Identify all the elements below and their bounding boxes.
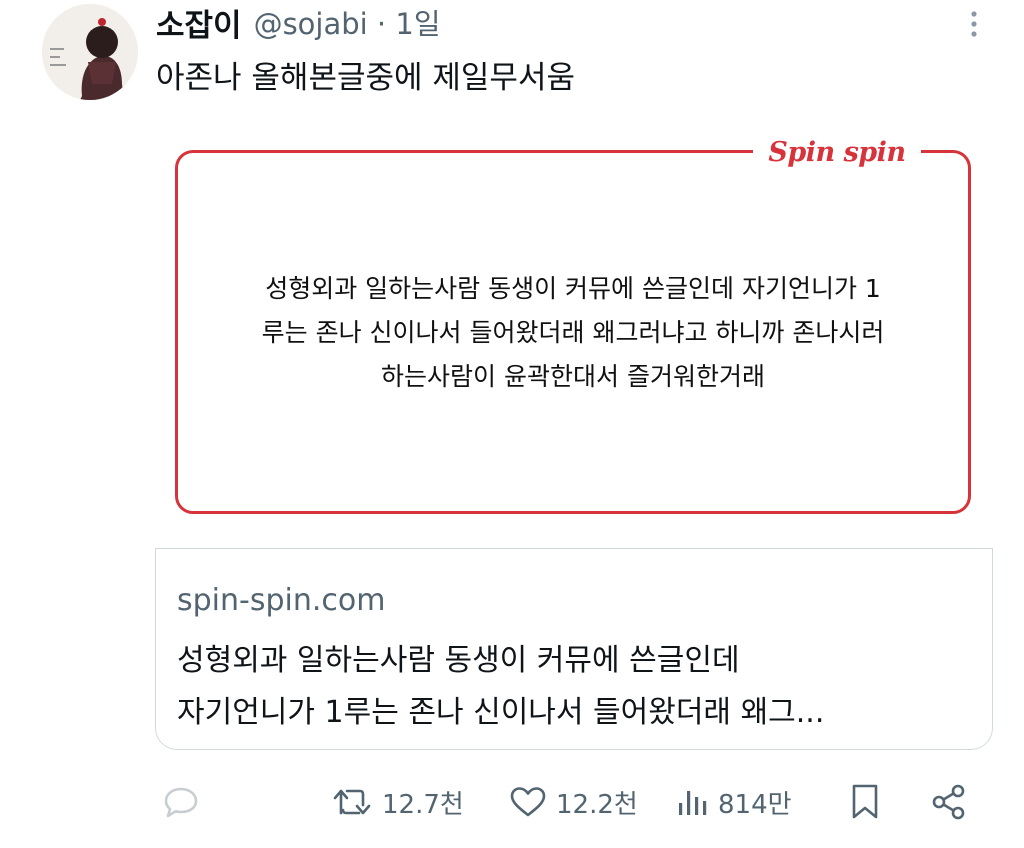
views-icon bbox=[679, 791, 707, 815]
heart-icon bbox=[510, 787, 546, 817]
reply-button[interactable] bbox=[162, 770, 200, 834]
card-domain: spin-spin.com bbox=[177, 583, 386, 618]
action-bar: 12.7천 12.2천 814만 bbox=[0, 770, 1024, 834]
views-button[interactable]: 814만 bbox=[676, 770, 792, 834]
tweet-header: 소잡이 @sojabi · 1일 bbox=[156, 0, 441, 44]
reply-icon bbox=[164, 787, 198, 818]
image-text-line: 하는사람이 윤곽한대서 즐거워한거래 bbox=[381, 362, 765, 391]
card-title-line: 성형외과 일하는사람 동생이 커뮤에 쓴글인데 bbox=[177, 643, 740, 678]
views-count: 814만 bbox=[718, 789, 792, 820]
like-button[interactable]: 12.2천 bbox=[508, 770, 638, 834]
author-handle-time[interactable]: @sojabi · 1일 bbox=[254, 1, 441, 43]
card-image-text: 성형외과 일하는사람 동생이 커뮤에 쓴글인데 자기언니가 1 루는 존나 신이… bbox=[195, 267, 951, 399]
retweet-button[interactable]: 12.7천 bbox=[332, 770, 464, 834]
more-vertical-icon bbox=[971, 11, 977, 37]
bookmark-icon bbox=[852, 784, 878, 819]
image-text-line: 루는 존나 신이나서 들어왔더래 왜그러냐고 하니까 존나시러 bbox=[261, 318, 885, 347]
card-details[interactable]: spin-spin.com 성형외과 일하는사람 동생이 커뮤에 쓴글인데 자기… bbox=[155, 548, 993, 750]
avatar-image bbox=[42, 4, 138, 100]
retweet-icon bbox=[333, 789, 371, 815]
like-count: 12.2천 bbox=[556, 789, 638, 820]
share-icon bbox=[932, 784, 965, 820]
image-text-line: 성형외과 일하는사람 동생이 커뮤에 쓴글인데 자기언니가 1 bbox=[265, 274, 881, 303]
spinspin-logo: Spin spin bbox=[753, 132, 921, 172]
avatar[interactable] bbox=[42, 4, 138, 100]
share-button[interactable] bbox=[930, 770, 968, 834]
card-image[interactable]: Spin spin 성형외과 일하는사람 동생이 커뮤에 쓴글인데 자기언니가 … bbox=[155, 112, 993, 548]
logo-text: Spin spin bbox=[768, 136, 906, 168]
author-name[interactable]: 소잡이 bbox=[156, 0, 242, 45]
retweet-count: 12.7천 bbox=[382, 789, 464, 820]
card-title-line: 자기언니가 1루는 존나 신이나서 들어왔더래 왜그... bbox=[177, 695, 825, 730]
card-title: 성형외과 일하는사람 동생이 커뮤에 쓴글인데 자기언니가 1루는 존나 신이나… bbox=[177, 635, 977, 739]
tweet-text: 아존나 올해본글중에 제일무서움 bbox=[156, 60, 575, 96]
more-options-button[interactable] bbox=[964, 6, 984, 42]
bookmark-button[interactable] bbox=[848, 770, 882, 834]
link-card[interactable]: Spin spin 성형외과 일하는사람 동생이 커뮤에 쓴글인데 자기언니가 … bbox=[155, 112, 993, 750]
